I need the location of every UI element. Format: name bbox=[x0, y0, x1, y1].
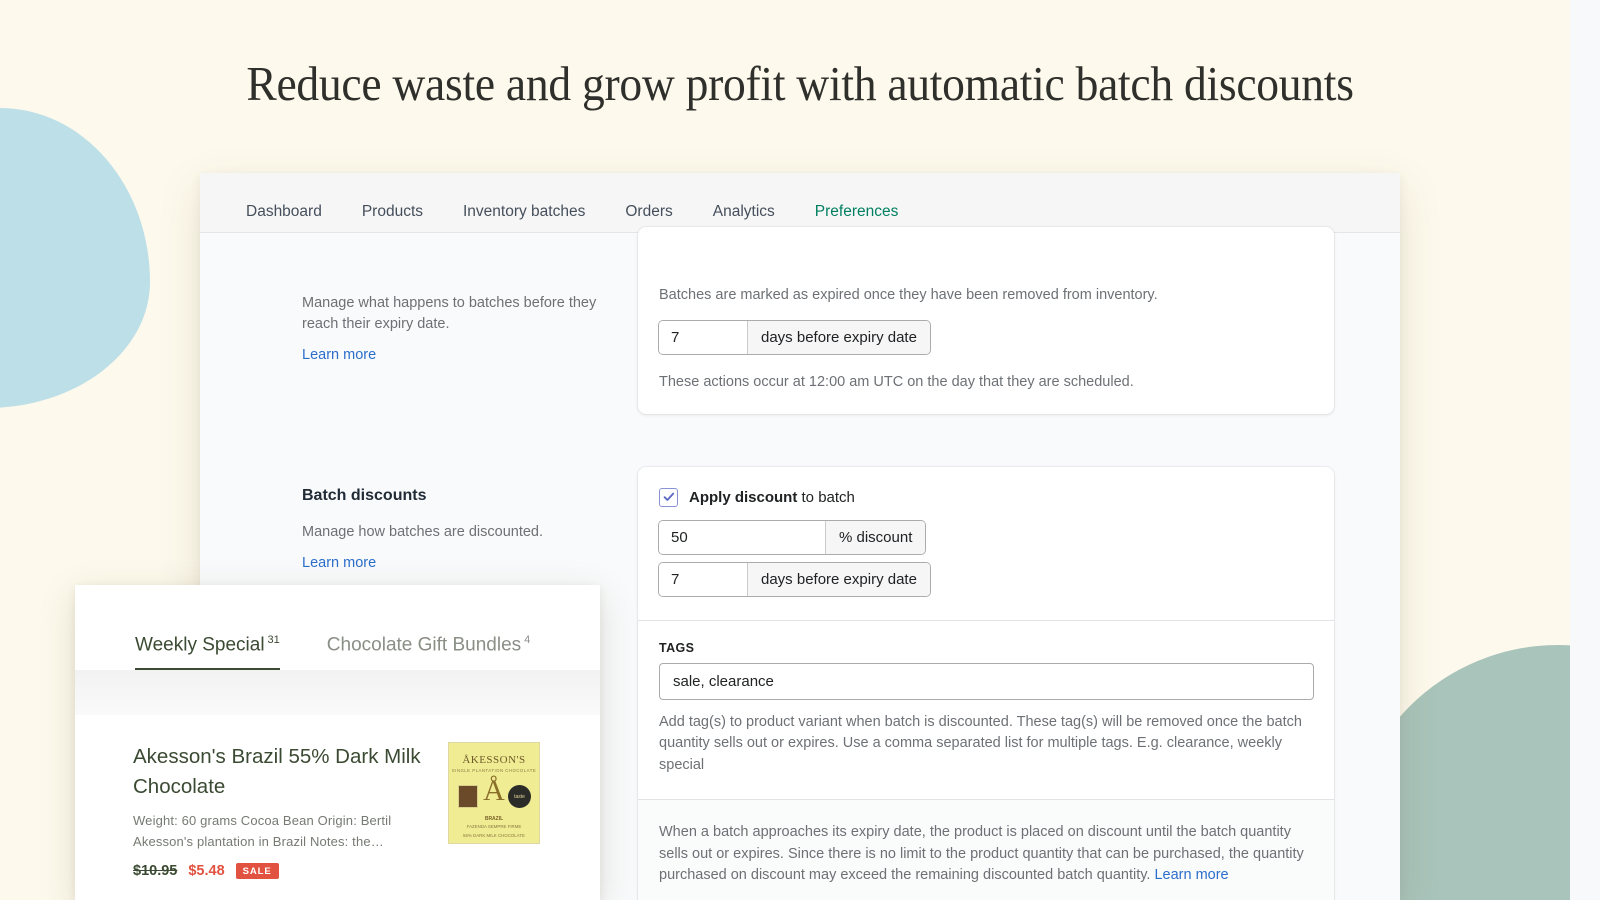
tags-field-label: TAGS bbox=[659, 641, 1314, 655]
expiry-settings-info: Manage what happens to batches before th… bbox=[302, 291, 602, 414]
expiry-card-note: Batches are marked as expired once they … bbox=[659, 285, 1314, 307]
discount-days-input[interactable] bbox=[659, 563, 747, 596]
tags-input[interactable] bbox=[659, 663, 1314, 700]
batch-discount-learn-more-link[interactable]: Learn more bbox=[302, 555, 376, 571]
percent-discount-suffix: % discount bbox=[825, 521, 925, 554]
right-edge-strip bbox=[1570, 0, 1600, 900]
blue-blob-shape bbox=[0, 108, 150, 408]
apply-discount-checkbox-row[interactable]: Apply discount to batch bbox=[659, 488, 1314, 507]
discount-footer-help: When a batch approaches its expiry date,… bbox=[659, 822, 1314, 887]
storefront-tab-weekly-special-label: Weekly Special bbox=[135, 634, 265, 655]
storefront-tab-weekly-special-count: 31 bbox=[268, 634, 280, 646]
expiry-days-field-group: days before expiry date bbox=[659, 321, 930, 354]
expiry-settings-row: Manage what happens to batches before th… bbox=[200, 233, 1400, 414]
storefront-tab-gift-bundles[interactable]: Chocolate Gift Bundles4 bbox=[327, 634, 530, 670]
apply-discount-label-bold: Apply discount bbox=[689, 489, 797, 506]
storefront-divider-strip bbox=[75, 670, 600, 715]
thumbnail-tagline: SINGLE PLANTATION CHOCOLATE bbox=[449, 768, 539, 773]
expiry-settings-card-wrap: Batches are marked as expired once they … bbox=[602, 291, 1334, 414]
storefront-price-original: $10.95 bbox=[133, 863, 177, 879]
tags-section: TAGS Add tag(s) to product variant when … bbox=[638, 620, 1334, 799]
batch-discount-title: Batch discounts bbox=[302, 487, 602, 505]
thumbnail-inset-image bbox=[458, 785, 478, 808]
checkmark-icon bbox=[663, 491, 675, 503]
storefront-collection-tabs: Weekly Special31 Chocolate Gift Bundles4 bbox=[75, 585, 600, 670]
expiry-settings-card: Batches are marked as expired once they … bbox=[638, 227, 1334, 414]
thumbnail-footer-line2: FAZENDA SEMPRE FIRME bbox=[449, 824, 539, 829]
storefront-product-prices: $10.95 $5.48 SALE bbox=[133, 863, 430, 879]
nav-tab-inventory-batches[interactable]: Inventory batches bbox=[463, 204, 585, 233]
batch-discount-card-wrap: Apply discount to batch % discount days … bbox=[602, 467, 1334, 900]
thumbnail-award-medal: taste bbox=[508, 785, 531, 808]
storefront-preview-card: Weekly Special31 Chocolate Gift Bundles4… bbox=[75, 585, 600, 900]
thumbnail-footer-line3: 55% DARK MILK CHOCOLATE bbox=[449, 833, 539, 838]
percent-discount-input[interactable] bbox=[659, 521, 825, 554]
storefront-sale-badge: SALE bbox=[236, 863, 279, 879]
apply-discount-label: Apply discount to batch bbox=[689, 489, 855, 506]
apply-discount-section: Apply discount to batch % discount days … bbox=[638, 467, 1334, 620]
discount-days-suffix: days before expiry date bbox=[747, 563, 930, 596]
page-headline: Reduce waste and grow profit with automa… bbox=[56, 55, 1544, 112]
discount-footer-learn-more-link[interactable]: Learn more bbox=[1154, 867, 1228, 883]
percent-discount-field-group: % discount bbox=[659, 521, 925, 554]
tags-help-text: Add tag(s) to product variant when batch… bbox=[659, 712, 1314, 777]
nav-tab-products[interactable]: Products bbox=[362, 204, 423, 233]
storefront-product-info: Akesson's Brazil 55% Dark Milk Chocolate… bbox=[133, 742, 430, 879]
discount-footer-section: When a batch approaches its expiry date,… bbox=[638, 799, 1334, 900]
apply-discount-checkbox[interactable] bbox=[659, 488, 678, 507]
nav-tab-dashboard[interactable]: Dashboard bbox=[246, 204, 322, 233]
apply-discount-label-rest: to batch bbox=[797, 489, 855, 506]
expiry-days-suffix: days before expiry date bbox=[747, 321, 930, 354]
expiry-schedule-note: These actions occur at 12:00 am UTC on t… bbox=[659, 372, 1314, 394]
expiry-learn-more-link[interactable]: Learn more bbox=[302, 347, 376, 363]
storefront-tab-gift-bundles-count: 4 bbox=[524, 634, 530, 646]
storefront-tab-gift-bundles-label: Chocolate Gift Bundles bbox=[327, 634, 521, 655]
discount-days-field-group: days before expiry date bbox=[659, 563, 930, 596]
storefront-tab-weekly-special[interactable]: Weekly Special31 bbox=[135, 634, 280, 670]
expiry-days-input[interactable] bbox=[659, 321, 747, 354]
storefront-product-description: Weight: 60 grams Cocoa Bean Origin: Bert… bbox=[133, 811, 430, 851]
thumbnail-footer-line1: BRAZIL bbox=[449, 816, 539, 822]
expiry-card-body: Batches are marked as expired once they … bbox=[638, 227, 1334, 414]
storefront-price-sale: $5.48 bbox=[188, 863, 224, 879]
batch-discount-description: Manage how batches are discounted. bbox=[302, 522, 602, 543]
expiry-settings-description: Manage what happens to batches before th… bbox=[302, 293, 602, 335]
thumbnail-brand-name: ÅKESSON'S bbox=[449, 754, 539, 766]
storefront-product-item[interactable]: Akesson's Brazil 55% Dark Milk Chocolate… bbox=[75, 715, 600, 879]
batch-discount-card: Apply discount to batch % discount days … bbox=[638, 467, 1334, 900]
storefront-product-thumbnail[interactable]: ÅKESSON'S SINGLE PLANTATION CHOCOLATE Å … bbox=[448, 742, 540, 844]
storefront-product-title[interactable]: Akesson's Brazil 55% Dark Milk Chocolate bbox=[133, 742, 430, 801]
admin-nav-bar: Dashboard Products Inventory batches Ord… bbox=[200, 173, 1400, 233]
